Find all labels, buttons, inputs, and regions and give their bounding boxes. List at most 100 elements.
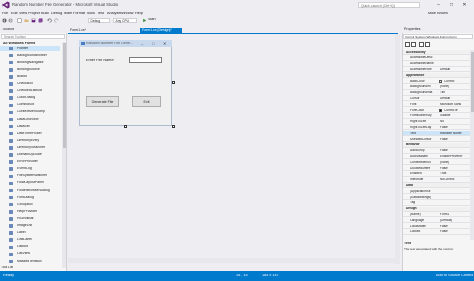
toolbox-item[interactable]: ComboBox xyxy=(0,103,60,108)
toolbox-item[interactable]: DataSet xyxy=(0,124,60,129)
property-value[interactable]: Microsoft Sans xyxy=(440,103,470,106)
property-category[interactable]: Accessibility xyxy=(403,50,470,55)
property-row[interactable]: AccessibleDesc xyxy=(403,56,470,61)
property-row[interactable]: ForeColor ControlTe xyxy=(403,108,470,113)
property-category[interactable]: Design xyxy=(403,206,470,212)
property-row[interactable]: AccessibleRole Default xyxy=(403,67,470,73)
toolbox-item[interactable]: LinkLabel xyxy=(0,238,60,243)
solution-platform-select[interactable]: Any CPU xyxy=(113,18,137,23)
property-category[interactable]: Data xyxy=(403,183,470,189)
save-icon[interactable] xyxy=(31,18,36,23)
property-row[interactable]: Language (Default) xyxy=(403,218,470,224)
resize-handle-corner[interactable] xyxy=(172,125,175,128)
label-enter-file-name[interactable]: Enter File Name: xyxy=(86,59,115,63)
property-category[interactable]: Behavior xyxy=(403,142,470,148)
toolbox-item[interactable]: FontDialog xyxy=(0,195,60,200)
property-row[interactable]: Localizable False xyxy=(403,224,470,229)
toolbox-item[interactable]: ListView xyxy=(0,252,60,257)
toolbox-item[interactable]: FileSystemWatcher xyxy=(0,174,60,179)
toolbox-item[interactable]: Label xyxy=(0,231,60,236)
back-icon[interactable] xyxy=(2,18,7,23)
toolbox-item[interactable]: ContextMenuStrip xyxy=(0,110,60,115)
property-value[interactable]: (none) xyxy=(440,161,470,164)
property-value[interactable]: Form1 xyxy=(440,213,470,216)
resize-handle-right[interactable] xyxy=(172,81,175,84)
property-row[interactable]: Locked False xyxy=(403,230,470,235)
menu-view[interactable]: View xyxy=(19,12,27,16)
property-row[interactable]: (ApplicationSe xyxy=(403,189,470,195)
property-row[interactable]: FormBorderSty Sizable xyxy=(403,114,470,119)
property-value[interactable]: False xyxy=(440,230,470,233)
property-value[interactable]: EnablePreventF xyxy=(440,155,470,158)
toolbox-item[interactable]: CheckedListBox xyxy=(0,89,60,94)
toolbox-item[interactable]: DomainUpDown xyxy=(0,153,60,158)
minimize-icon[interactable]: – xyxy=(432,1,445,9)
property-category[interactable]: Appearance xyxy=(403,73,470,79)
properties-object-select[interactable]: Form1 System.Windows.Forms.Form xyxy=(403,34,473,39)
property-value[interactable]: Default xyxy=(440,97,470,100)
property-row[interactable]: (Name) Form1 xyxy=(403,212,470,218)
property-row[interactable]: Font Microsoft Sans xyxy=(403,102,470,108)
start-button[interactable]: Start xyxy=(148,18,156,22)
property-row[interactable]: Cursor Default xyxy=(403,96,470,102)
quick-launch-input[interactable]: Quick Launch (Ctrl+Q) xyxy=(358,2,420,8)
solution-configuration-select[interactable]: Debug xyxy=(88,18,110,23)
toolbox-item[interactable]: ListBox xyxy=(0,245,60,250)
toolbox-item[interactable]: ErrorProvider xyxy=(0,160,60,165)
categorized-icon[interactable] xyxy=(405,42,410,47)
close-icon[interactable]: ✕ xyxy=(458,1,471,9)
property-row[interactable]: UseWaitCursor False xyxy=(403,137,470,142)
resize-handle-bottom[interactable] xyxy=(124,125,127,128)
menu-tools[interactable]: Tools xyxy=(86,12,95,16)
property-row[interactable]: (DataBindings) xyxy=(403,195,470,200)
toolbox-item[interactable]: DataGridView xyxy=(0,117,60,122)
property-value[interactable]: False xyxy=(440,138,470,141)
property-value[interactable]: NoControl xyxy=(440,178,470,181)
property-row[interactable]: Tag xyxy=(403,201,470,206)
property-value[interactable]: Random Numb xyxy=(440,132,470,135)
property-row[interactable]: ImeMode NoControl xyxy=(403,178,470,183)
menu-team[interactable]: Team xyxy=(63,12,72,16)
add-to-source-control[interactable]: Add to Source Control xyxy=(436,274,473,278)
property-value[interactable]: False xyxy=(440,126,470,129)
open-folder-icon[interactable] xyxy=(24,18,29,23)
tool-list-tab[interactable]: Tool List xyxy=(1,266,13,269)
properties-view-icon[interactable] xyxy=(419,42,424,47)
toolbox-item[interactable]: Button xyxy=(0,74,60,79)
property-value[interactable]: Default xyxy=(440,68,470,71)
menu-analyze[interactable]: Analyze xyxy=(107,12,121,16)
property-value[interactable]: Sizable xyxy=(440,114,470,117)
toolbox-item[interactable]: ImageList xyxy=(0,224,60,229)
toolbox-item[interactable]: ColorDialog xyxy=(0,96,60,101)
new-project-icon[interactable] xyxy=(17,18,22,23)
property-value[interactable]: False xyxy=(440,167,470,170)
menu-debug[interactable]: Debug xyxy=(51,12,62,16)
forward-icon[interactable] xyxy=(8,18,13,23)
toolbox-scroll-thumb[interactable] xyxy=(62,43,66,148)
toolbox-item[interactable]: DirectoryEntry xyxy=(0,138,60,143)
toolbox-item[interactable]: DateTimePicker xyxy=(0,131,60,136)
toolbox-item[interactable]: FolderBrowserDialog xyxy=(0,188,60,193)
menu-edit[interactable]: Edit xyxy=(11,12,18,16)
events-icon[interactable] xyxy=(425,42,430,47)
property-value[interactable]: True xyxy=(440,172,470,175)
property-row[interactable]: BackColor Control xyxy=(403,79,470,84)
toolbox-item[interactable]: BindingNavigator xyxy=(0,60,60,65)
toolbox-item[interactable]: HScrollBar xyxy=(0,216,60,221)
property-row[interactable]: Text Random Numb xyxy=(403,131,470,137)
toolbox-item[interactable]: CheckBox xyxy=(0,82,60,87)
property-row[interactable]: RightToLeftLay False xyxy=(403,125,470,131)
property-row[interactable]: RightToLeft No xyxy=(403,120,470,125)
properties-scroll-thumb[interactable] xyxy=(470,52,474,112)
designer-horizontal-scrollbar[interactable] xyxy=(68,258,395,263)
toolbox-item[interactable]: EventLog xyxy=(0,167,60,172)
form-preview-window[interactable] xyxy=(79,40,172,126)
start-play-icon[interactable] xyxy=(142,18,147,23)
menu-help[interactable]: Help xyxy=(135,12,143,16)
toolbox-item[interactable]: BackgroundWorker xyxy=(0,53,60,58)
menu-file[interactable]: File xyxy=(2,12,8,16)
property-value[interactable]: Tile xyxy=(440,91,470,94)
menu-test[interactable]: Test xyxy=(97,12,104,16)
property-row[interactable]: AutoValidate EnablePreventF xyxy=(403,154,470,160)
file-name-textbox[interactable] xyxy=(129,57,162,63)
